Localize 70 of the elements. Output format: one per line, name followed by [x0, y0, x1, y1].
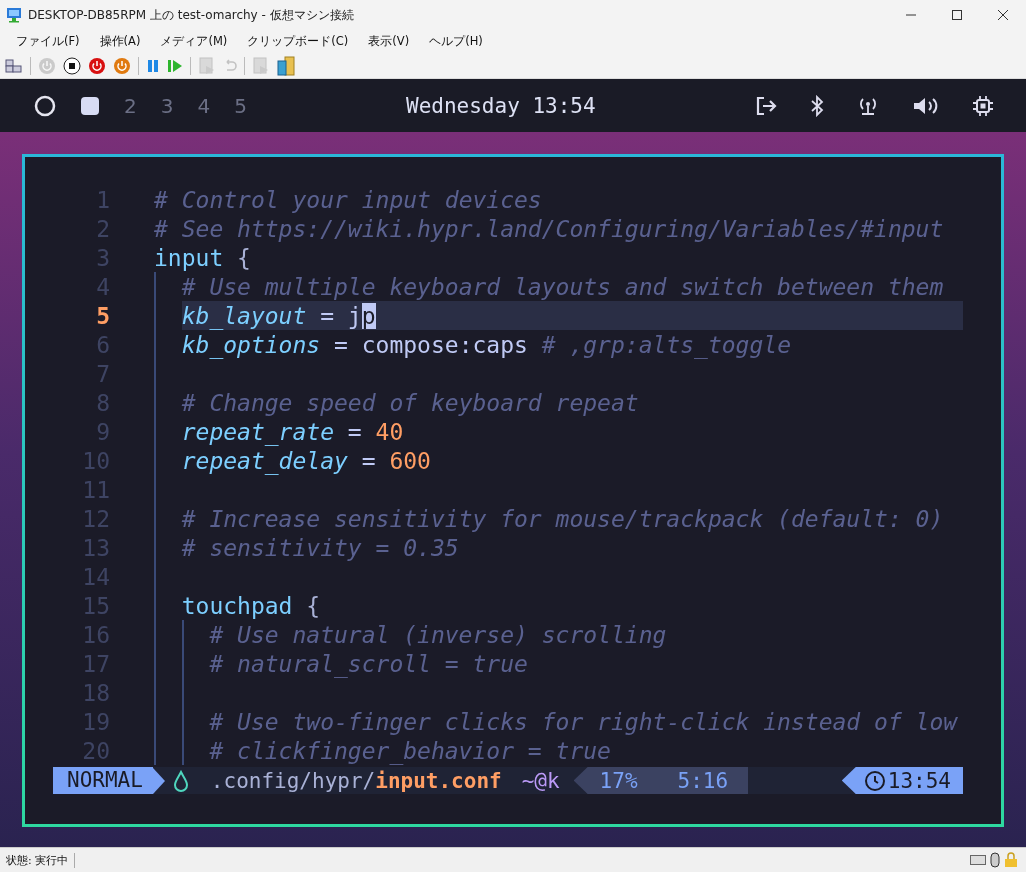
code-line: # natural_scroll = true — [209, 649, 529, 678]
code-line: repeat_delay = 600 — [181, 446, 432, 475]
maximize-icon[interactable] — [952, 10, 962, 20]
line-number: 12 — [81, 505, 110, 532]
code-line: # Use two-finger clicks for right-click instead of low — [209, 707, 959, 736]
line-number: 13 — [81, 534, 110, 561]
menu-item[interactable]: 操作(A) — [91, 34, 149, 49]
menu-item[interactable]: 表示(V) — [360, 34, 418, 49]
cursor-position: 5:16 — [677, 768, 729, 793]
clock-text: Wednesday 13:54 — [406, 93, 596, 118]
code-line: # Change speed of keyboard repeat — [181, 388, 640, 417]
chip-icon[interactable] — [972, 94, 994, 117]
line-number: 8 — [95, 389, 110, 416]
bluetooth-icon[interactable] — [810, 94, 824, 117]
window-title: DESKTOP-DB85RPM 上の test-omarchy - 仮想マシン接続 — [28, 6, 354, 24]
close-icon[interactable] — [998, 10, 1008, 20]
line-number: 1 — [95, 186, 110, 213]
menu-item[interactable]: ヘルプ(H) — [421, 34, 491, 49]
monitor-icon — [6, 7, 22, 23]
line-number: 9 — [95, 418, 110, 445]
line-number: 17 — [81, 650, 110, 677]
code-line: kb_options = compose:caps # ,grp:alts_toggle — [181, 330, 792, 359]
file-path: .config/hypr/input.conf — [210, 768, 502, 793]
stop-icon[interactable] — [63, 56, 81, 75]
file-cabinet-icon[interactable] — [277, 55, 295, 76]
line-number: 14 — [81, 563, 110, 590]
code-line: # sensitivity = 0.35 — [181, 533, 460, 562]
mouse-icon — [990, 852, 1000, 868]
line-number: 18 — [81, 679, 110, 706]
droplet-icon — [172, 769, 189, 792]
code-line: repeat_rate = 40 — [181, 417, 405, 446]
line-number: 2 — [95, 215, 110, 242]
logout-icon[interactable] — [754, 94, 778, 117]
code-line: input { — [154, 243, 252, 272]
code-line: # Control your input devices — [154, 185, 543, 214]
code-line: # clickfinger_behavior = true — [209, 736, 612, 765]
code-line: touchpad { — [181, 591, 322, 620]
windows-icon[interactable] — [5, 57, 23, 74]
code-line: # Increase sensitivity for mouse/trackpack (default: 0) — [181, 504, 945, 533]
separator-arrow-icon — [152, 767, 167, 794]
code-line: # See https://wiki.hypr.land/Configuring/Variables/#input — [154, 214, 945, 243]
line-number: 15 — [81, 592, 110, 619]
workspace-button[interactable] — [80, 95, 100, 116]
line-number: 20 — [81, 737, 110, 764]
menu-item[interactable]: クリップボード(C) — [239, 34, 357, 49]
menu-item[interactable]: ファイル(F) — [8, 34, 88, 49]
line-number: 5 — [95, 302, 110, 329]
line-number: 6 — [95, 331, 110, 358]
workspace-button[interactable] — [34, 94, 56, 117]
line-number: 11 — [81, 476, 110, 503]
code-line: # Use natural (inverse) scrolling — [209, 620, 668, 649]
line-number: 4 — [95, 273, 110, 300]
status-text: 状態: 実行中 — [6, 852, 76, 868]
code-line: # Use multiple keyboard layouts and switch between them — [181, 272, 945, 301]
time-text: 13:54 — [887, 768, 951, 793]
line-number: 19 — [81, 708, 110, 735]
line-number: 16 — [81, 621, 110, 648]
lock-icon — [1004, 852, 1018, 868]
clock-icon — [863, 769, 886, 792]
percent-text: 17% — [599, 768, 638, 793]
flags-text: ~@k — [521, 768, 560, 793]
line-number: 7 — [95, 360, 110, 387]
power-icon[interactable] — [113, 56, 131, 75]
pause-icon[interactable] — [146, 57, 160, 74]
menu-item[interactable]: メディア(M) — [152, 34, 236, 49]
line-number: 10 — [81, 447, 110, 474]
play-icon[interactable] — [167, 57, 183, 74]
keyboard-icon — [970, 855, 986, 865]
line-number: 3 — [95, 244, 110, 271]
power-icon[interactable] — [88, 56, 106, 75]
